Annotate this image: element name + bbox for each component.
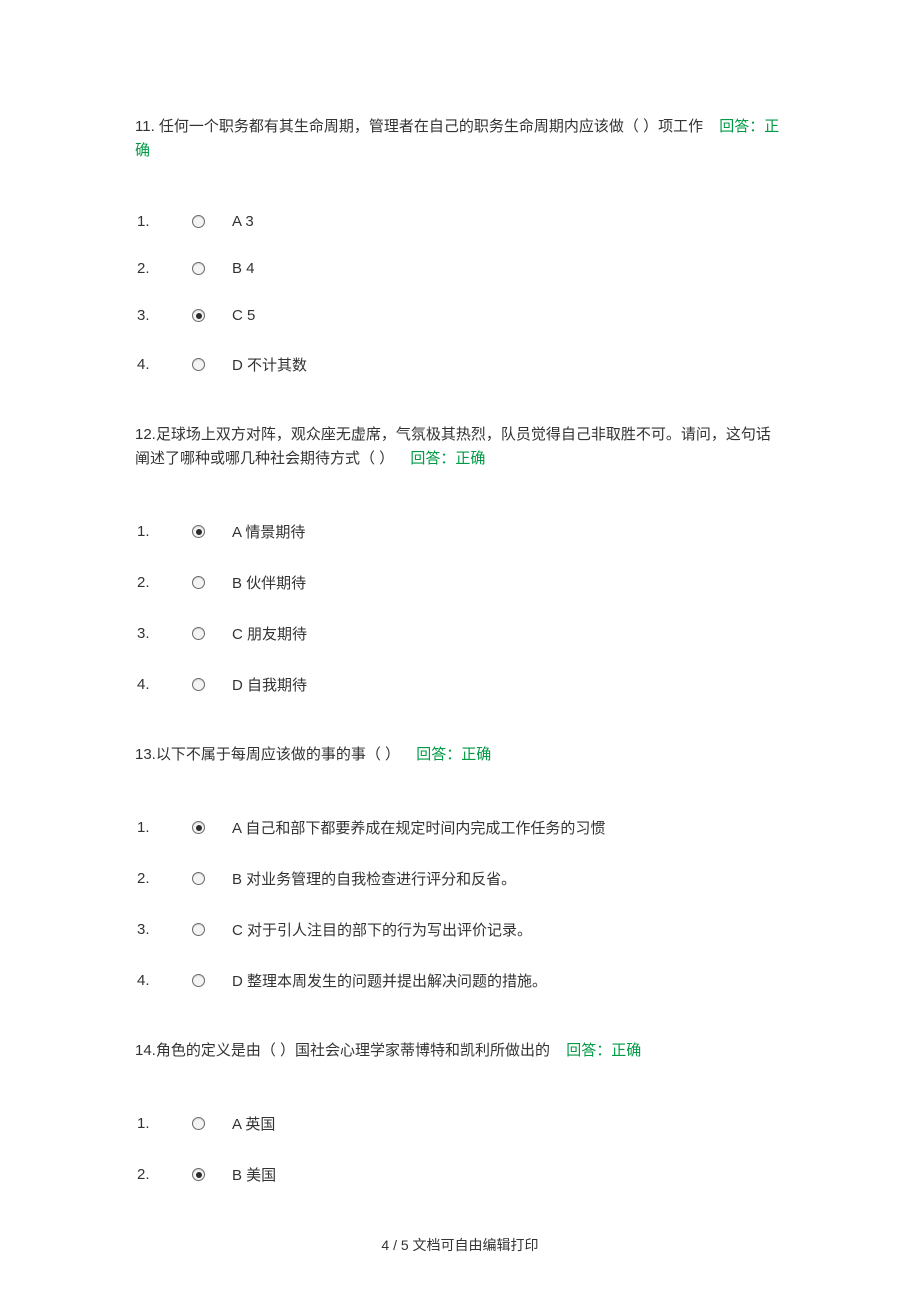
question-13: 13.以下不属于每周应该做的事的事（ ） 回答：正确 1. A 自己和部下都要养…	[135, 743, 785, 991]
radio-icon	[192, 358, 205, 371]
radio-icon	[192, 678, 205, 691]
option-text: A 情景期待	[232, 521, 305, 542]
question-11: 11. 任何一个职务都有其生命周期，管理者在自己的职务生命周期内应该做（ ）项工…	[135, 115, 785, 375]
option-number: 1.	[137, 1115, 192, 1132]
question-13-stem: 13.以下不属于每周应该做的事的事（ ）	[135, 746, 400, 763]
question-13-answer: 回答：正确	[416, 746, 491, 763]
option-text: A 3	[232, 213, 254, 230]
radio-icon	[192, 872, 205, 885]
radio-button[interactable]	[192, 1117, 232, 1130]
option-text: D 整理本周发生的问题并提出解决问题的措施。	[232, 970, 547, 991]
option-text: B 伙伴期待	[232, 572, 306, 593]
radio-icon	[192, 923, 205, 936]
radio-button[interactable]	[192, 821, 232, 834]
question-11-options: 1. A 3 2. B 4 3. C 5 4. D 不计其数	[137, 213, 785, 375]
option-text: A 自己和部下都要养成在规定时间内完成工作任务的习惯	[232, 817, 605, 838]
radio-button[interactable]	[192, 923, 232, 936]
option-text: B 4	[232, 260, 255, 277]
radio-button[interactable]	[192, 974, 232, 987]
question-13-options: 1. A 自己和部下都要养成在规定时间内完成工作任务的习惯 2. B 对业务管理…	[137, 817, 785, 991]
radio-button[interactable]	[192, 576, 232, 589]
question-11-text: 11. 任何一个职务都有其生命周期，管理者在自己的职务生命周期内应该做（ ）项工…	[135, 115, 785, 163]
option-row: 3. C 对于引人注目的部下的行为写出评价记录。	[137, 919, 785, 940]
option-number: 3.	[137, 625, 192, 642]
question-14: 14.角色的定义是由（ ）国社会心理学家蒂博特和凯利所做出的 回答：正确 1. …	[135, 1039, 785, 1185]
option-row: 4. D 不计其数	[137, 354, 785, 375]
radio-icon	[192, 1117, 205, 1130]
radio-icon	[192, 309, 205, 322]
radio-icon	[192, 262, 205, 275]
option-row: 2. B 美国	[137, 1164, 785, 1185]
question-14-answer: 回答：正确	[566, 1042, 641, 1059]
radio-button[interactable]	[192, 525, 232, 538]
radio-button[interactable]	[192, 309, 232, 322]
option-row: 4. D 自我期待	[137, 674, 785, 695]
option-number: 2.	[137, 870, 192, 887]
option-text: C 对于引人注目的部下的行为写出评价记录。	[232, 919, 532, 940]
option-row: 4. D 整理本周发生的问题并提出解决问题的措施。	[137, 970, 785, 991]
question-12-answer: 回答：正确	[410, 450, 485, 467]
option-text: C 朋友期待	[232, 623, 307, 644]
radio-button[interactable]	[192, 262, 232, 275]
question-12-text: 12.足球场上双方对阵，观众座无虚席，气氛极其热烈，队员觉得自己非取胜不可。请问…	[135, 423, 785, 471]
option-text: D 自我期待	[232, 674, 307, 695]
option-number: 4.	[137, 356, 192, 373]
question-13-text: 13.以下不属于每周应该做的事的事（ ） 回答：正确	[135, 743, 785, 767]
option-number: 1.	[137, 819, 192, 836]
question-11-stem: 11. 任何一个职务都有其生命周期，管理者在自己的职务生命周期内应该做（ ）项工…	[135, 118, 703, 135]
radio-button[interactable]	[192, 215, 232, 228]
radio-icon	[192, 576, 205, 589]
option-number: 4.	[137, 972, 192, 989]
radio-icon	[192, 821, 205, 834]
option-row: 2. B 对业务管理的自我检查进行评分和反省。	[137, 868, 785, 889]
radio-icon	[192, 215, 205, 228]
option-text: A 英国	[232, 1113, 275, 1134]
radio-button[interactable]	[192, 358, 232, 371]
option-number: 3.	[137, 307, 192, 324]
question-12-options: 1. A 情景期待 2. B 伙伴期待 3. C 朋友期待 4. D 自我期待	[137, 521, 785, 695]
radio-button[interactable]	[192, 627, 232, 640]
option-text: B 对业务管理的自我检查进行评分和反省。	[232, 868, 516, 889]
radio-icon	[192, 974, 205, 987]
page-footer: 4 / 5 文档可自由编辑打印	[0, 1235, 920, 1255]
radio-button[interactable]	[192, 1168, 232, 1181]
option-number: 1.	[137, 213, 192, 230]
option-row: 1. A 3	[137, 213, 785, 230]
question-14-text: 14.角色的定义是由（ ）国社会心理学家蒂博特和凯利所做出的 回答：正确	[135, 1039, 785, 1063]
option-text: D 不计其数	[232, 354, 307, 375]
radio-icon	[192, 627, 205, 640]
radio-button[interactable]	[192, 872, 232, 885]
radio-button[interactable]	[192, 678, 232, 691]
option-row: 3. C 5	[137, 307, 785, 324]
question-12: 12.足球场上双方对阵，观众座无虚席，气氛极其热烈，队员觉得自己非取胜不可。请问…	[135, 423, 785, 695]
option-row: 2. B 4	[137, 260, 785, 277]
radio-icon	[192, 1168, 205, 1181]
question-14-stem: 14.角色的定义是由（ ）国社会心理学家蒂博特和凯利所做出的	[135, 1042, 550, 1059]
option-number: 1.	[137, 523, 192, 540]
option-number: 3.	[137, 921, 192, 938]
option-row: 1. A 英国	[137, 1113, 785, 1134]
option-number: 2.	[137, 260, 192, 277]
option-number: 2.	[137, 1166, 192, 1183]
radio-icon	[192, 525, 205, 538]
option-number: 4.	[137, 676, 192, 693]
option-text: C 5	[232, 307, 255, 324]
question-14-options: 1. A 英国 2. B 美国	[137, 1113, 785, 1185]
option-row: 1. A 自己和部下都要养成在规定时间内完成工作任务的习惯	[137, 817, 785, 838]
option-row: 3. C 朋友期待	[137, 623, 785, 644]
option-text: B 美国	[232, 1164, 276, 1185]
option-row: 1. A 情景期待	[137, 521, 785, 542]
option-row: 2. B 伙伴期待	[137, 572, 785, 593]
option-number: 2.	[137, 574, 192, 591]
